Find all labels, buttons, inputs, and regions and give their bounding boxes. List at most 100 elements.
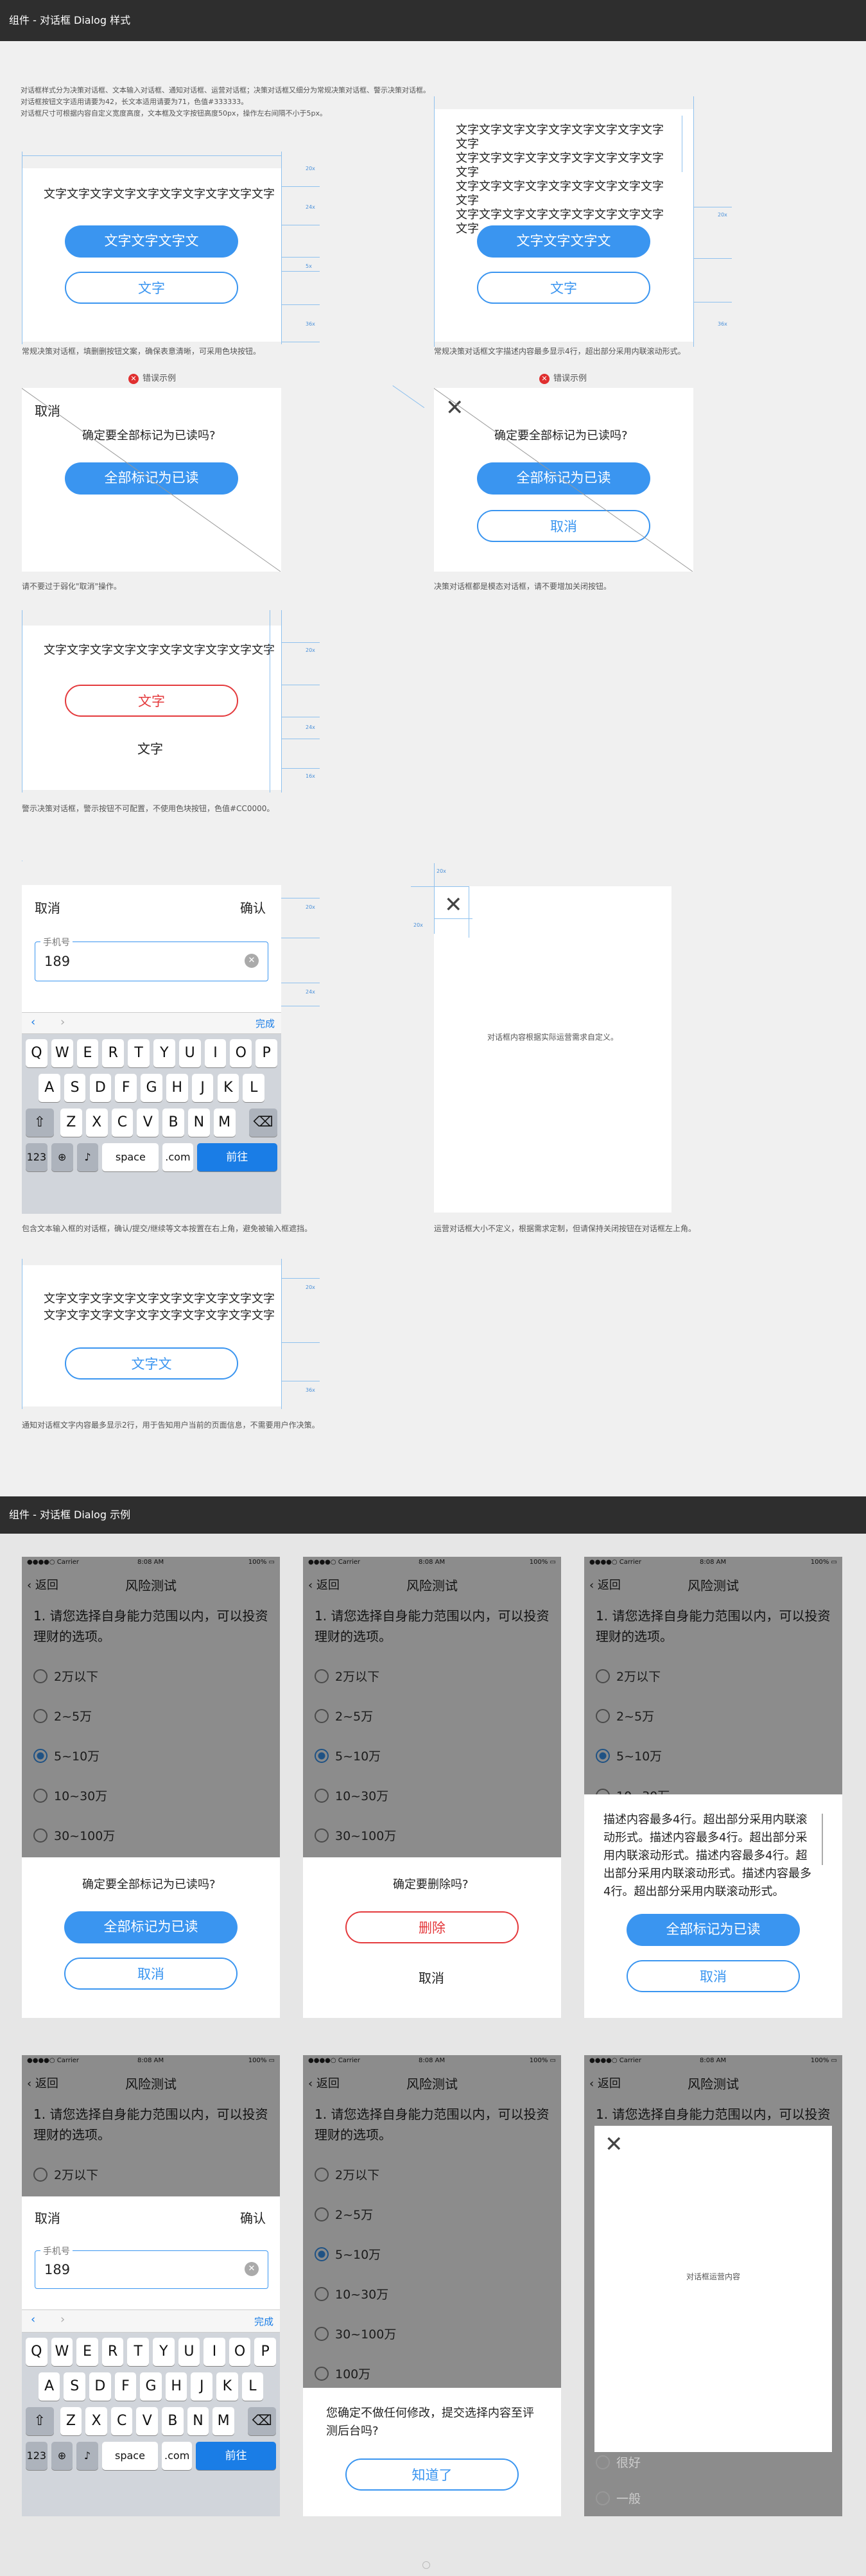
key[interactable]: C	[111, 1108, 134, 1137]
key[interactable]: N	[187, 1108, 210, 1137]
confirm-button[interactable]: 确认	[240, 898, 266, 916]
key[interactable]: M	[212, 2407, 234, 2435]
key[interactable]: Z	[60, 1108, 82, 1137]
primary-button[interactable]: 文字文字文字文	[477, 225, 650, 258]
key[interactable]: H	[165, 2372, 187, 2401]
phone-input[interactable]: 手机号 189 ✕	[35, 2245, 268, 2289]
delete-button[interactable]: 删除	[345, 1911, 519, 1943]
key[interactable]: J	[191, 1074, 214, 1102]
key[interactable]: O	[229, 2338, 251, 2366]
chevron-left-icon[interactable]: ‹	[31, 1015, 35, 1029]
key[interactable]: T	[127, 2338, 149, 2366]
key[interactable]: D	[89, 2372, 111, 2401]
chevron-right-icon[interactable]: ›	[60, 1015, 65, 1029]
mark-all-read-button[interactable]: 全部标记为已读	[477, 462, 650, 495]
go-key[interactable]: 前往	[196, 2442, 276, 2470]
got-it-button[interactable]: 知道了	[345, 2458, 519, 2491]
key[interactable]: K	[216, 2372, 238, 2401]
key[interactable]: G	[141, 1074, 162, 1102]
key[interactable]: A	[38, 1074, 60, 1102]
key[interactable]: E	[76, 1039, 99, 1067]
backspace-icon[interactable]: ⌫	[248, 2407, 276, 2435]
shift-icon[interactable]: ⇧	[26, 2407, 54, 2435]
key[interactable]: U	[178, 1039, 201, 1067]
key[interactable]: A	[38, 2372, 60, 2401]
space-key[interactable]: space	[101, 2442, 159, 2470]
done-button[interactable]: 完成	[254, 2315, 273, 2328]
secondary-button[interactable]: 文字	[65, 272, 238, 304]
key[interactable]: F	[114, 2372, 137, 2401]
key[interactable]: I	[204, 1039, 227, 1067]
cancel-link[interactable]: 取消	[35, 401, 60, 419]
microphone-icon[interactable]: ♪	[76, 2442, 98, 2470]
done-button[interactable]: 完成	[255, 1017, 275, 1030]
close-icon[interactable]: ✕	[444, 894, 463, 916]
key[interactable]: R	[102, 1039, 125, 1067]
key[interactable]: V	[136, 2407, 159, 2435]
cancel-button[interactable]: 取消	[35, 2208, 60, 2227]
globe-icon[interactable]: ⊕	[51, 1143, 73, 1171]
key[interactable]: Q	[26, 2338, 48, 2366]
go-key[interactable]: 前往	[196, 1143, 277, 1171]
key[interactable]: P	[255, 1039, 277, 1067]
key[interactable]: R	[101, 2338, 124, 2366]
warning-button[interactable]: 文字	[65, 685, 238, 717]
key[interactable]: W	[51, 2338, 73, 2366]
key[interactable]: K	[217, 1074, 239, 1102]
key[interactable]: L	[241, 2372, 264, 2401]
microphone-icon[interactable]: ♪	[76, 1143, 99, 1171]
cancel-button[interactable]: 取消	[477, 510, 650, 542]
mark-all-read-button[interactable]: 全部标记为已读	[627, 1914, 800, 1946]
dotcom-key[interactable]: .com	[162, 2442, 193, 2470]
mark-all-read-button[interactable]: 全部标记为已读	[64, 1911, 238, 1943]
key[interactable]: N	[187, 2407, 209, 2435]
mark-all-read-button[interactable]: 全部标记为已读	[65, 462, 238, 495]
key[interactable]: U	[178, 2338, 200, 2366]
key[interactable]: C	[110, 2407, 133, 2435]
scroll-text[interactable]: 描述内容最多4行。超出部分采用内联滚动形式。描述内容最多4行。超出部分采用内联滚…	[603, 1811, 815, 1898]
key[interactable]: B	[162, 2407, 184, 2435]
text-button[interactable]: 文字	[137, 739, 163, 757]
space-key[interactable]: space	[102, 1143, 159, 1171]
key[interactable]: Y	[153, 2338, 175, 2366]
shift-icon[interactable]: ⇧	[26, 1108, 54, 1137]
chevron-right-icon[interactable]: ›	[60, 2313, 65, 2326]
secondary-button[interactable]: 文字	[477, 272, 650, 304]
key[interactable]: I	[204, 2338, 225, 2366]
key[interactable]: V	[137, 1108, 159, 1137]
confirm-button[interactable]: 确认	[240, 2208, 266, 2227]
globe-icon[interactable]: ⊕	[51, 2442, 73, 2470]
key[interactable]: E	[76, 2338, 98, 2366]
key[interactable]: O	[230, 1039, 252, 1067]
key[interactable]: L	[243, 1074, 265, 1102]
key[interactable]: F	[115, 1074, 137, 1102]
cancel-button[interactable]: 取消	[64, 1958, 238, 1990]
numbers-key[interactable]: 123	[26, 2442, 48, 2470]
primary-button[interactable]: 文字文	[65, 1347, 238, 1380]
dotcom-key[interactable]: .com	[162, 1143, 193, 1171]
key[interactable]: Y	[153, 1039, 175, 1067]
phone-input[interactable]: 手机号 189 ✕	[35, 936, 268, 981]
key[interactable]: X	[85, 1108, 108, 1137]
cancel-button[interactable]: 取消	[35, 898, 60, 916]
key[interactable]: D	[89, 1074, 112, 1102]
clear-icon[interactable]: ✕	[245, 2262, 259, 2276]
key[interactable]: S	[64, 2372, 85, 2401]
key[interactable]: P	[254, 2338, 276, 2366]
key[interactable]: T	[128, 1039, 150, 1067]
key[interactable]: S	[64, 1074, 86, 1102]
key[interactable]: B	[162, 1108, 184, 1137]
clear-icon[interactable]: ✕	[245, 954, 259, 968]
cancel-button[interactable]: 取消	[419, 1968, 444, 1986]
close-icon[interactable]: ✕	[605, 2134, 623, 2155]
key[interactable]: J	[191, 2372, 212, 2401]
backspace-icon[interactable]: ⌫	[249, 1108, 277, 1137]
key[interactable]: M	[213, 1108, 236, 1137]
key[interactable]: W	[51, 1039, 73, 1067]
key[interactable]: G	[140, 2372, 162, 2401]
chevron-left-icon[interactable]: ‹	[31, 2313, 35, 2326]
cancel-button[interactable]: 取消	[627, 1960, 800, 1992]
key[interactable]: X	[85, 2407, 107, 2435]
primary-button[interactable]: 文字文字文字文	[65, 225, 238, 258]
key[interactable]: H	[166, 1074, 188, 1102]
